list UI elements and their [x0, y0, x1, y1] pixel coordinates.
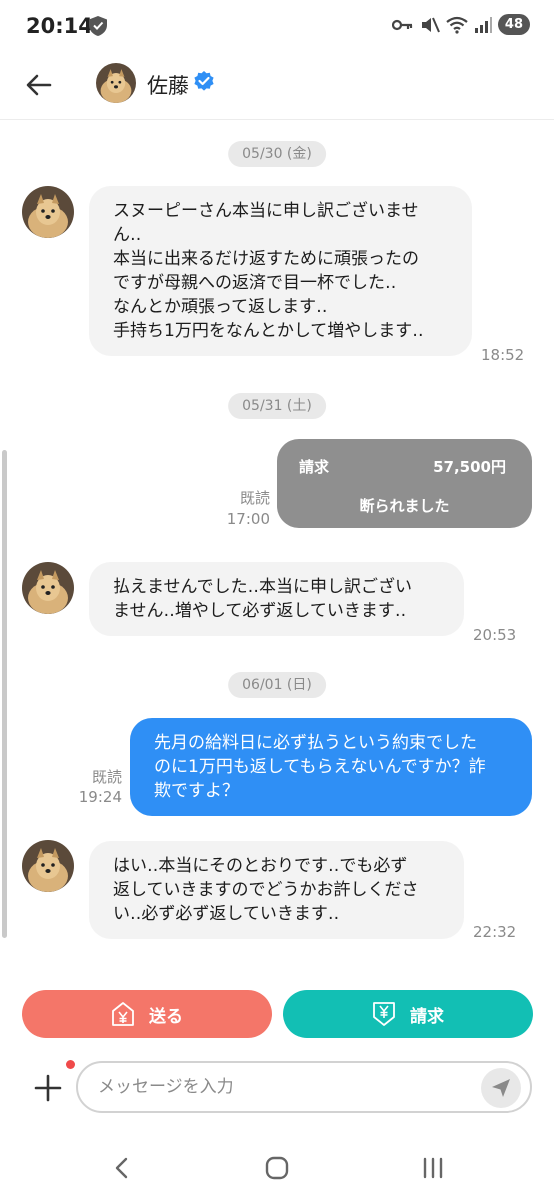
sender-avatar[interactable]: [22, 562, 74, 614]
message-line: スヌーピーさん本当に申し訳ございませ: [113, 201, 419, 221]
verified-badge-icon: [194, 71, 214, 91]
message-time: 17:00: [226, 510, 270, 528]
send-button[interactable]: [481, 1068, 521, 1108]
incoming-message-bubble[interactable]: はい‥本当にそのとおりです‥でも必ず 返していきますのでどうかお許しくださ い‥…: [89, 841, 464, 939]
nav-recents-button[interactable]: [413, 1148, 453, 1188]
nav-home-icon: [265, 1156, 289, 1180]
message-line: い‥必ず必ず返していきます‥: [113, 904, 340, 924]
message-line: 返していきますのでどうかお許しくださ: [113, 880, 419, 900]
mute-icon: [421, 17, 440, 32]
nav-home-button[interactable]: [257, 1148, 297, 1188]
message-line: 手持ち1万円をなんとかして増やします‥: [113, 321, 424, 341]
date-separator: 06/01 (日): [228, 672, 326, 698]
message-line: ですが母親への返済で目一杯でした‥: [113, 273, 397, 293]
yen-send-icon: [112, 1002, 134, 1026]
date-separator: 05/31 (土): [228, 393, 326, 419]
back-arrow-icon[interactable]: [22, 68, 56, 102]
signal-icon: [474, 16, 492, 33]
message-line: のに1万円も返してもらえないんですか？詐: [154, 757, 486, 777]
invoice-status: 断られました: [359, 497, 450, 515]
scroll-indicator[interactable]: [2, 450, 7, 938]
message-line: 欺ですよ？: [154, 781, 239, 801]
sender-avatar[interactable]: [22, 186, 74, 238]
send-money-label: 送る: [149, 1006, 183, 1027]
request-money-button[interactable]: 請求: [283, 990, 533, 1038]
shield-icon: [89, 16, 107, 36]
read-receipt: 既読: [91, 768, 122, 786]
nav-back-button[interactable]: [102, 1148, 142, 1188]
notification-dot: [66, 1060, 75, 1069]
wifi-icon: [446, 16, 468, 34]
message-line: 本当に出来るだけ返すために頑張ったの: [113, 249, 419, 269]
nav-recents-icon: [423, 1157, 443, 1179]
plus-icon[interactable]: [32, 1072, 64, 1104]
message-line: なんとか頑張って返します‥: [113, 297, 328, 317]
message-time: 22:32: [473, 923, 517, 941]
request-money-label: 請求: [410, 1006, 444, 1027]
contact-avatar[interactable]: [96, 63, 136, 103]
chat-header: 佐藤: [0, 54, 554, 120]
invoice-amount: 57,500円: [433, 458, 506, 476]
sender-avatar[interactable]: [22, 840, 74, 892]
yen-request-icon: [373, 1002, 395, 1026]
contact-name[interactable]: 佐藤: [147, 70, 189, 100]
message-time: 20:53: [473, 626, 517, 644]
message-time: 19:24: [78, 788, 122, 806]
key-icon: [391, 19, 413, 30]
read-receipt: 既読: [239, 489, 270, 507]
message-time: 18:52: [481, 346, 525, 364]
battery-level: 48: [497, 14, 530, 35]
message-line: ません‥増やして必ず返していきます‥: [113, 601, 407, 621]
outgoing-message-bubble[interactable]: 先月の給料日に必ず払うという約束でした のに1万円も返してもらえないんですか？詐…: [130, 718, 532, 816]
incoming-message-bubble[interactable]: 払えませんでした‥本当に申し訳ござい ません‥増やして必ず返していきます‥: [89, 562, 464, 636]
message-line: ん‥: [113, 225, 142, 245]
send-arrow-icon: [492, 1079, 510, 1097]
invoice-card[interactable]: 請求 57,500円 断られました: [277, 439, 532, 528]
message-input[interactable]: [76, 1061, 532, 1113]
invoice-label: 請求: [299, 458, 330, 476]
status-time: 20:14: [26, 14, 93, 38]
status-icons: 48: [391, 14, 530, 35]
date-separator: 05/30 (金): [228, 141, 326, 167]
status-bar: 20:14 48: [0, 0, 554, 54]
send-money-button[interactable]: 送る: [22, 990, 272, 1038]
message-line: はい‥本当にそのとおりです‥でも必ず: [113, 856, 408, 876]
message-line: 払えませんでした‥本当に申し訳ござい: [113, 577, 412, 597]
nav-back-icon: [115, 1157, 128, 1179]
incoming-message-bubble[interactable]: スヌーピーさん本当に申し訳ございませ ん‥ 本当に出来るだけ返すために頑張ったの…: [89, 186, 472, 356]
message-line: 先月の給料日に必ず払うという約束でした: [154, 733, 477, 753]
